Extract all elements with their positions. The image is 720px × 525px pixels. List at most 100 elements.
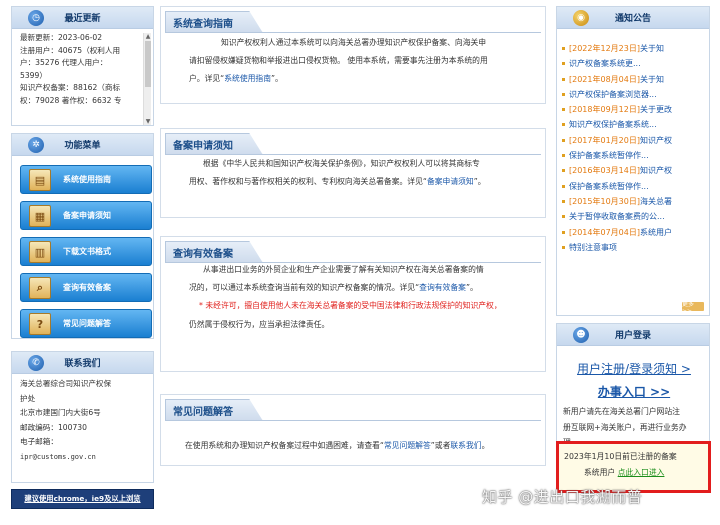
notice-date[interactable]: [2014年07月04日]: [569, 228, 640, 237]
notice-list: [2022年12月23日]关于知 识产权备案系统更... [2021年08月04…: [557, 29, 709, 255]
contact-header: ✆ 联系我们: [12, 352, 153, 374]
legacy-line: 2023年1月10日前已注册的备案: [564, 452, 677, 461]
menu-query-records-button[interactable]: ⌕ 查询有效备案: [20, 273, 152, 302]
register-login-notice-link[interactable]: 用户注册/登录须知 >: [557, 360, 711, 377]
query-records-link[interactable]: 查询有效备案: [419, 283, 466, 292]
notice-title-part[interactable]: 关于暂停收取备案费的公...: [569, 212, 665, 221]
legacy-user-text: 2023年1月10日前已注册的备案 系统用户 点此入口进入: [564, 449, 677, 480]
notice-title-part[interactable]: 识产权保护备案浏览器...: [569, 90, 657, 99]
scroll-up-arrow-icon[interactable]: ▲: [144, 33, 152, 40]
notice-title-part[interactable]: 特别注意事项: [569, 243, 617, 252]
faq-section: 常见问题解答 在使用系统和办理知识产权备案过程中如遇困难，请查看“常见问题解答”…: [160, 394, 546, 466]
notice-title-part[interactable]: 海关总署: [640, 197, 672, 206]
browser-notice-text[interactable]: 建议使用chrome，ie9及以上浏览: [24, 494, 140, 504]
contact-line: 邮政编码：100730: [20, 422, 87, 432]
menu-system-guide-button[interactable]: ▤ 系统使用指南: [20, 165, 152, 194]
menu-label: 查询有效备案: [63, 283, 111, 292]
query-text: 从事进出口业务的外贸企业和生产企业需要了解有关知识产权在海关总署备案的情 况的，…: [189, 261, 535, 334]
latest-updates-panel: ◷ 最近更新 最新更新：2023-06-02 注册用户：40675（权利人用 户…: [11, 6, 154, 126]
latest-line: 最新更新：2023-06-02: [20, 33, 103, 42]
notice-item-6[interactable]: [2015年10月30日]海关总署 关于暂停收取备案费的公...: [557, 194, 709, 225]
text: ”。: [473, 177, 486, 187]
more-notices-button[interactable]: 更多>>: [682, 301, 704, 315]
query-warning: * 未经许可，擅自使用他人未在海关总署备案的受中国法律和行政法规保护的知识产权，: [199, 301, 502, 311]
text: 在使用系统和办理知识产权备案过程中如遇困难，请查看“: [185, 441, 384, 450]
function-menu-header: ✲ 功能菜单: [12, 134, 153, 156]
book-icon: ▤: [29, 169, 51, 191]
notice-item-5[interactable]: [2016年03月14日]知识产权 保护备案系统暂停作...: [557, 163, 709, 194]
latest-line: 户：35276 代理人用户：: [20, 58, 108, 68]
notice-header: ◉ 通知公告: [557, 7, 709, 29]
notice-date[interactable]: [2021年08月04日]: [569, 75, 640, 84]
guide-p3: 户。详见“系统使用指南”。: [189, 70, 527, 88]
contact-us-link[interactable]: 联系我们: [450, 441, 481, 450]
menu-apply-notice-button[interactable]: ▦ 备案申请须知: [20, 201, 152, 230]
contact-title: 联系我们: [64, 359, 101, 369]
menu-label: 备案申请须知: [63, 211, 111, 220]
notice-title-part[interactable]: 关于知: [640, 44, 664, 53]
notice-item-3[interactable]: [2018年09月12日]关于更改 知识产权保护备案系统...: [557, 102, 709, 133]
notice-date[interactable]: [2016年03月14日]: [569, 166, 640, 175]
notice-title-part[interactable]: 保护备案系统暂停作...: [569, 151, 649, 160]
notice-title-part[interactable]: 知识产权: [640, 136, 672, 145]
system-guide-link[interactable]: 系统使用指南: [224, 74, 271, 83]
notice-title-part[interactable]: 保护备案系统暂停作...: [569, 182, 649, 191]
phone-icon: ✆: [28, 355, 44, 371]
faq-text: 在使用系统和办理知识产权备案过程中如遇困难，请查看“常见问题解答”或者联系我们。: [185, 437, 535, 455]
megaphone-icon: ◉: [573, 10, 589, 26]
notice-item-2[interactable]: [2021年08月04日]关于知 识产权保护备案浏览器...: [557, 72, 709, 103]
apply-notice-link[interactable]: 备案申请须知: [427, 177, 474, 186]
text: 用权、著作权和与著作权相关的权利、专利权向海关总署备案。详见“: [189, 177, 427, 187]
latest-scrollbar[interactable]: ▲ ▼: [143, 33, 151, 125]
notice-date[interactable]: [2015年10月30日]: [569, 197, 640, 206]
scroll-thumb[interactable]: [145, 41, 151, 87]
notice-title-part[interactable]: 识产权备案系统更...: [569, 59, 641, 68]
contact-body: 海关总署综合司知识产权保 护处 北京市建国门内大街6号 邮政编码：100730 …: [12, 374, 153, 468]
page: ◷ 最近更新 最新更新：2023-06-02 注册用户：40675（权利人用 户…: [0, 0, 720, 525]
question-icon: ?: [29, 313, 51, 335]
faq-tab: 常见问题解答: [165, 399, 263, 421]
contact-panel: ✆ 联系我们 海关总署综合司知识产权保 护处 北京市建国门内大街6号 邮政编码：…: [11, 351, 154, 483]
notice-item-4[interactable]: [2017年01月20日]知识产权 保护备案系统暂停作...: [557, 133, 709, 164]
notice-item-7[interactable]: [2014年07月04日]系统用户 特别注意事项: [557, 225, 709, 256]
scroll-down-arrow-icon[interactable]: ▼: [144, 118, 152, 125]
query-section: 查询有效备案 从事进出口业务的外贸企业和生产企业需要了解有关知识产权在海关总署备…: [160, 236, 546, 372]
query-p2: 况的，可以通过本系统查询当前有效的知识产权备案的情况。详见“查询有效备案”。: [189, 279, 535, 297]
notice-title-part[interactable]: 系统用户: [640, 228, 672, 237]
user-icon: ☻: [573, 327, 589, 343]
guide-p1: 知识产权权利人通过本系统可以向海关总署办理知识产权保护备案、向海关申: [221, 38, 487, 47]
apply-tab: 备案申请须知: [165, 133, 263, 155]
query-p4: 仍然属于侵权行为，应当承担法律责任。: [189, 319, 330, 329]
zhihu-watermark: 知乎 @进出口我湖而普: [482, 488, 643, 506]
apply-text: 根据《中华人民共和国知识产权海关保护条例》，知识产权权利人可以将其商标专 用权、…: [189, 155, 527, 191]
service-entry-link[interactable]: 办事入口 >>: [557, 383, 711, 400]
notice-item-1[interactable]: [2022年12月23日]关于知 识产权备案系统更...: [557, 41, 709, 72]
folder-icon: ▥: [29, 241, 51, 263]
menu-download-forms-button[interactable]: ▥ 下载文书格式: [20, 237, 152, 266]
contact-email[interactable]: ipr@customs.gov.cn: [20, 450, 145, 465]
contact-line: 海关总署综合司知识产权保: [20, 379, 112, 388]
notice-date[interactable]: [2022年12月23日]: [569, 44, 640, 53]
notice-title-part[interactable]: 关于知: [640, 75, 664, 84]
notice-date[interactable]: [2017年01月20日]: [569, 136, 640, 145]
query-p1: 从事进出口业务的外贸企业和生产企业需要了解有关知识产权在海关总署备案的情: [203, 265, 484, 274]
text: ”。: [465, 283, 478, 293]
notice-date[interactable]: [2018年09月12日]: [569, 105, 640, 114]
text: 系统用户: [584, 467, 618, 477]
contact-line: 北京市建国门内大街6号: [20, 408, 101, 418]
notice-title-part[interactable]: 关于更改: [640, 105, 672, 114]
notice-title-part[interactable]: 知识产权: [640, 166, 672, 175]
latest-line: 注册用户：40675（权利人用: [20, 45, 121, 55]
faq-link[interactable]: 常见问题解答: [384, 441, 431, 450]
latest-line: 知识产权备案：88162（商标: [20, 83, 121, 93]
text: 。: [481, 441, 490, 450]
legacy-entry-link[interactable]: 点此入口进入: [618, 468, 665, 477]
text: 户。详见“: [189, 74, 225, 84]
browser-notice-bar[interactable]: 建议使用chrome，ie9及以上浏览: [11, 489, 154, 509]
faq-p1: 在使用系统和办理知识产权备案过程中如遇困难，请查看“常见问题解答”或者联系我们。: [185, 437, 535, 455]
menu-faq-button[interactable]: ? 常见问题解答: [20, 309, 152, 338]
latest-line: 5399）: [20, 70, 47, 80]
notice-title: 通知公告: [614, 14, 651, 24]
menu-label: 常见问题解答: [63, 319, 111, 328]
notice-title-part[interactable]: 知识产权保护备案系统...: [569, 120, 657, 129]
